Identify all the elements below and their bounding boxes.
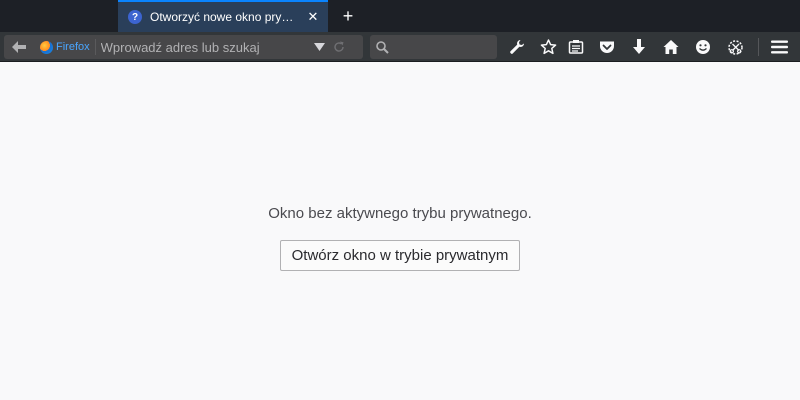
page-content: Okno bez aktywnego trybu prywatnego. Otw… — [0, 63, 800, 400]
identity-label: Firefox — [56, 41, 90, 53]
back-button[interactable] — [4, 35, 34, 59]
search-bar[interactable] — [370, 35, 497, 59]
reading-list-button[interactable] — [565, 37, 587, 57]
close-icon[interactable]: ✕ — [306, 10, 320, 24]
reading-list-icon — [568, 40, 584, 54]
plus-icon[interactable]: + — [338, 6, 358, 26]
firefox-logo-icon — [40, 40, 53, 54]
feedback-button[interactable] — [692, 37, 714, 57]
star-icon — [540, 39, 556, 55]
downloads-button[interactable] — [628, 37, 650, 57]
download-icon — [633, 39, 645, 54]
open-menu-button[interactable] — [768, 37, 790, 57]
identity-box[interactable]: Firefox — [40, 39, 96, 55]
url-bar[interactable]: Firefox — [34, 35, 363, 59]
home-icon — [663, 40, 679, 54]
smiley-icon — [696, 40, 710, 54]
navigation-toolbar: Firefox — [0, 32, 800, 62]
screenshot-button[interactable] — [724, 37, 746, 57]
url-input[interactable] — [95, 37, 310, 57]
pocket-button[interactable] — [596, 37, 618, 57]
question-mark-icon: ? — [128, 10, 142, 24]
home-button[interactable] — [660, 37, 682, 57]
customize-button[interactable] — [506, 37, 528, 57]
tab-active[interactable]: ? Otworzyć nowe okno prywatne? ✕ — [118, 0, 328, 32]
toolbar-separator — [758, 38, 759, 56]
search-icon — [376, 40, 389, 54]
bookmark-button[interactable] — [537, 37, 559, 57]
private-window-message: Okno bez aktywnego trybu prywatnego. — [268, 205, 532, 222]
tab-strip: ? Otworzyć nowe okno prywatne? ✕ + — [0, 0, 800, 32]
chevron-down-icon[interactable] — [314, 41, 326, 53]
wrench-icon — [510, 40, 524, 54]
screenshot-icon — [727, 39, 743, 55]
pocket-icon — [600, 41, 614, 53]
hamburger-menu-icon — [770, 40, 788, 54]
search-input[interactable] — [393, 39, 489, 55]
open-private-window-button[interactable]: Otwórz okno w trybie prywatnym — [280, 240, 520, 271]
tab-title: Otworzyć nowe okno prywatne? — [150, 10, 300, 24]
arrow-left-icon — [12, 41, 26, 53]
reload-icon[interactable] — [332, 40, 346, 54]
